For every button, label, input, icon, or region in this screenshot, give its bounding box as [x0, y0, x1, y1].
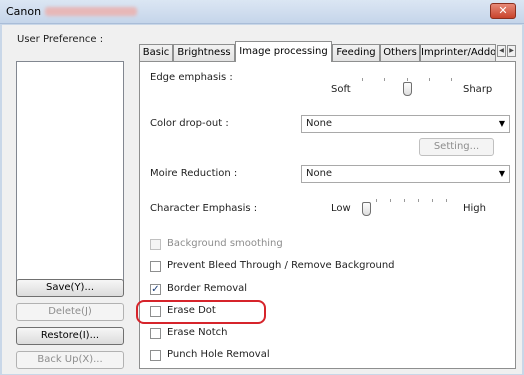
edge-emphasis-label: Edge emphasis : — [150, 72, 233, 83]
window-title: Canon — [6, 5, 138, 18]
chevron-right-icon: ▶ — [509, 47, 514, 54]
tab-scroll-right-button[interactable]: ▶ — [507, 45, 516, 57]
moire-reduction-label: Moire Reduction : — [150, 168, 238, 179]
checkbox-box-checked[interactable]: ✓ — [150, 284, 161, 295]
dropdown-arrow-icon: ▼ — [498, 119, 505, 128]
tab-basic[interactable]: Basic — [139, 44, 173, 61]
checkbox-box[interactable] — [150, 239, 161, 250]
checkbox-box[interactable] — [150, 350, 161, 361]
redacted-title-part — [45, 7, 138, 16]
save-button[interactable]: Save(Y)... — [16, 279, 124, 297]
erase-notch-label: Erase Notch — [167, 327, 228, 338]
character-emphasis-track — [365, 208, 452, 209]
tab-feeding[interactable]: Feeding — [332, 44, 380, 61]
border-removal-label: Border Removal — [167, 283, 248, 294]
dropdown-arrow-icon: ▼ — [498, 169, 505, 178]
close-button[interactable]: ✕ — [490, 3, 516, 19]
delete-button[interactable]: Delete(J) — [16, 303, 124, 321]
moire-reduction-value: None — [306, 168, 333, 179]
edge-emphasis-thumb[interactable] — [403, 82, 412, 96]
character-emphasis-max-label: High — [463, 203, 486, 214]
backup-button[interactable]: Back Up(X)... — [16, 351, 124, 369]
dialog-client: User Preference : Save(Y)... Delete(J) R… — [1, 24, 523, 375]
edge-emphasis-min-label: Soft — [331, 84, 351, 95]
slider-tick — [451, 78, 452, 81]
tab-others[interactable]: Others — [380, 44, 420, 61]
slider-tick — [446, 199, 447, 202]
slider-tick — [432, 199, 433, 202]
chevron-left-icon: ◀ — [499, 47, 504, 54]
tab-scroll-left-button[interactable]: ◀ — [497, 45, 506, 57]
color-dropout-label: Color drop-out : — [150, 118, 229, 129]
moire-reduction-select[interactable]: None ▼ — [301, 165, 510, 183]
checkbox-box[interactable] — [150, 261, 161, 272]
tab-brightness[interactable]: Brightness — [173, 44, 235, 61]
slider-tick — [390, 199, 391, 202]
slider-tick — [376, 199, 377, 202]
color-dropout-select[interactable]: None ▼ — [301, 115, 510, 133]
character-emphasis-min-label: Low — [331, 203, 351, 214]
slider-tick — [404, 199, 405, 202]
character-emphasis-thumb[interactable] — [362, 202, 371, 216]
restore-button[interactable]: Restore(I)... — [16, 327, 124, 345]
user-preference-label: User Preference : — [17, 34, 104, 45]
slider-tick — [362, 78, 363, 81]
prevent-bleed-through-label: Prevent Bleed Through / Remove Backgroun… — [167, 260, 395, 271]
color-dropout-value: None — [306, 118, 333, 129]
title-bar: Canon ✕ — [0, 0, 524, 24]
close-icon: ✕ — [498, 4, 508, 17]
character-emphasis-label: Character Emphasis : — [150, 203, 258, 214]
tab-strip: Basic Brightness Image processing Feedin… — [139, 41, 519, 62]
color-dropout-setting-button[interactable]: Setting... — [419, 138, 494, 156]
background-smoothing-label: Background smoothing — [167, 238, 283, 249]
slider-tick — [429, 78, 430, 81]
image-processing-panel: Edge emphasis : Soft Sharp Color drop-ou… — [139, 61, 516, 369]
slider-tick — [407, 78, 408, 81]
user-preference-list[interactable] — [16, 61, 124, 294]
tab-imprinter[interactable]: Imprinter/Addo — [420, 44, 496, 61]
punch-hole-removal-label: Punch Hole Removal — [167, 349, 270, 360]
checkbox-box[interactable] — [150, 306, 161, 317]
erase-dot-label: Erase Dot — [167, 305, 216, 316]
checkbox-box[interactable] — [150, 328, 161, 339]
slider-tick — [418, 199, 419, 202]
window-title-text: Canon — [6, 5, 42, 18]
edge-emphasis-max-label: Sharp — [463, 84, 493, 95]
checkmark-icon: ✓ — [151, 284, 160, 295]
tab-image-processing[interactable]: Image processing — [235, 41, 332, 62]
slider-tick — [384, 78, 385, 81]
